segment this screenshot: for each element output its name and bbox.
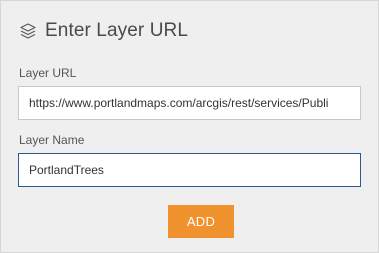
layer-name-input[interactable] xyxy=(18,153,361,187)
layer-url-label: Layer URL xyxy=(19,66,77,80)
layer-url-input[interactable] xyxy=(18,86,361,120)
layers-icon xyxy=(19,22,37,40)
panel-header: Enter Layer URL xyxy=(19,19,188,43)
layer-name-label: Layer Name xyxy=(19,133,85,147)
add-button[interactable]: ADD xyxy=(168,205,234,238)
add-layer-panel: Enter Layer URL Layer URL Layer Name ADD xyxy=(0,0,379,253)
panel-title: Enter Layer URL xyxy=(45,20,189,41)
